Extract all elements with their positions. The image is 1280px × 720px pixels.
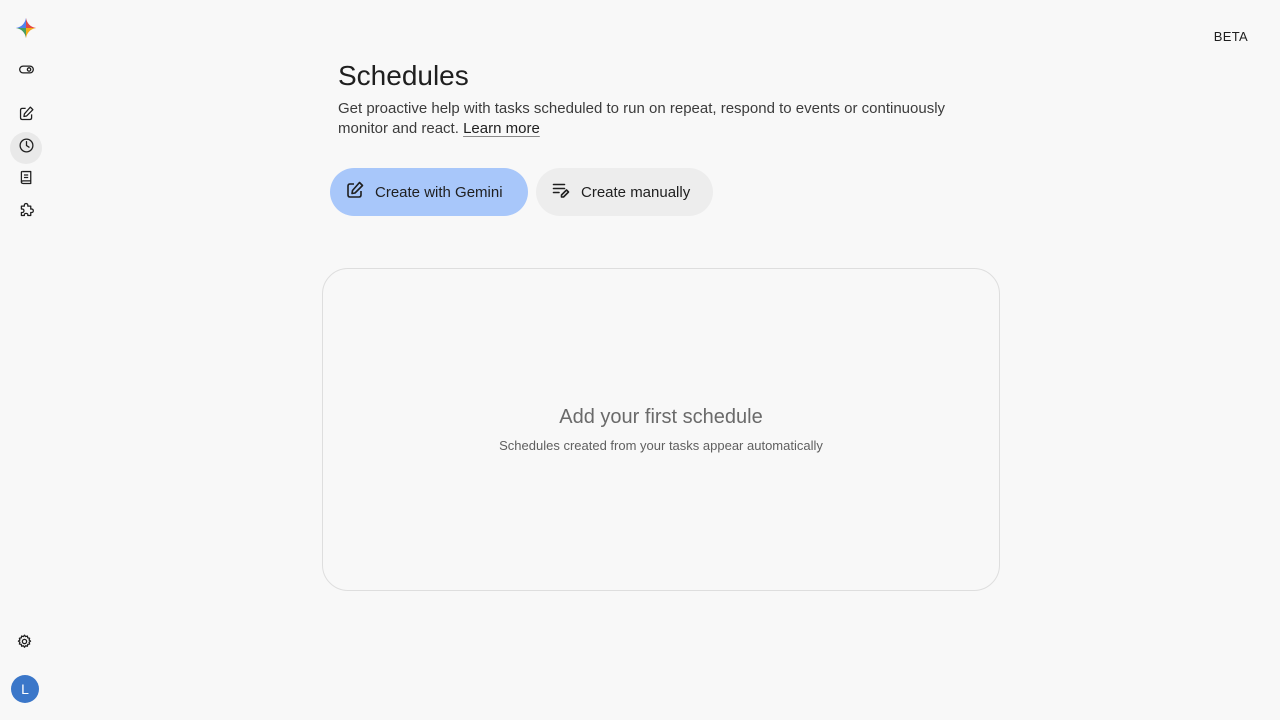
learn-more-link[interactable]: Learn more — [463, 120, 540, 137]
sidebar: L — [0, 0, 52, 720]
sidebar-item-toggle[interactable] — [10, 56, 42, 88]
create-manually-button[interactable]: Create manually — [536, 168, 713, 216]
edit-icon — [345, 180, 375, 204]
puzzle-icon — [18, 201, 35, 223]
page-description: Get proactive help with tasks scheduled … — [338, 99, 978, 139]
app-root: L BETA Schedules Get proactive help with… — [0, 0, 1280, 720]
create-with-gemini-label: Create with Gemini — [375, 183, 503, 201]
sidebar-item-new-task[interactable] — [10, 100, 42, 132]
beta-badge: BETA — [1213, 29, 1248, 44]
clock-icon — [18, 137, 35, 159]
create-manually-label: Create manually — [581, 183, 691, 201]
description-text: Get proactive help with tasks scheduled … — [338, 100, 946, 137]
edit-icon — [18, 105, 35, 127]
empty-state-subtitle: Schedules created from your tasks appear… — [499, 438, 823, 453]
toggle-icon — [18, 61, 35, 83]
sidebar-item-schedules[interactable] — [10, 132, 42, 164]
gemini-logo-icon[interactable] — [14, 16, 38, 40]
empty-state-title: Add your first schedule — [559, 406, 763, 428]
document-icon — [18, 169, 35, 191]
create-with-gemini-button[interactable]: Create with Gemini — [330, 168, 528, 216]
gear-icon — [16, 633, 33, 655]
settings-button[interactable] — [8, 628, 40, 660]
page-title: Schedules — [338, 60, 469, 91]
sidebar-item-documents[interactable] — [10, 164, 42, 196]
edit-list-icon — [551, 180, 581, 204]
avatar-initial: L — [21, 681, 29, 697]
empty-state-card: Add your first schedule Schedules create… — [322, 268, 1000, 591]
sidebar-item-extensions[interactable] — [10, 196, 42, 228]
avatar[interactable]: L — [11, 675, 39, 703]
